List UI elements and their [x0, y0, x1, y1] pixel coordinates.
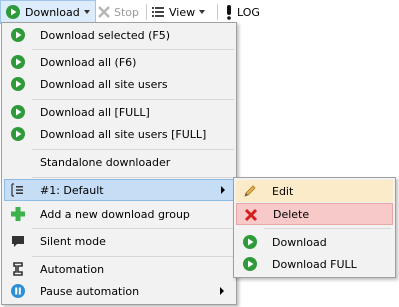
play-icon — [243, 235, 257, 249]
menu-separator — [32, 177, 234, 178]
menu-item-automation[interactable]: Automation — [4, 258, 234, 280]
play-icon — [11, 127, 25, 141]
menu-item-label: Download selected (F5) — [40, 28, 171, 42]
menu-item-download-all[interactable]: Download all (F6) — [4, 51, 234, 73]
submenu-item-label: Download FULL — [272, 257, 357, 271]
menu-item-silent-mode[interactable]: Silent mode — [4, 230, 234, 252]
play-icon — [11, 77, 25, 91]
menu-separator — [32, 49, 234, 50]
submenu-item-label: Delete — [273, 207, 310, 221]
submenu-separator — [264, 228, 391, 229]
group-submenu: Edit Delete Download Download FULL — [233, 177, 396, 278]
menu-separator — [32, 256, 234, 257]
menu-item-label: Download all [FULL] — [40, 105, 150, 119]
pause-icon — [11, 284, 25, 298]
log-button[interactable]: LOG — [224, 0, 260, 24]
download-menu: Download selected (F5) Download all (F6)… — [1, 22, 237, 305]
toolbar-separator — [217, 4, 218, 20]
stop-button-label: Stop — [114, 5, 140, 19]
list-icon — [152, 7, 164, 17]
menu-separator — [32, 99, 234, 100]
menu-item-label: Download all site users — [40, 77, 168, 91]
download-dropdown-button[interactable]: Download — [0, 0, 96, 24]
menu-item-download-selected[interactable]: Download selected (F5) — [4, 24, 234, 46]
toolbar-separator — [146, 4, 147, 20]
menu-separator — [32, 228, 234, 229]
download-button-label: Download — [25, 5, 80, 19]
play-icon — [11, 55, 25, 69]
submenu-item-label: Download — [272, 235, 327, 249]
play-icon — [11, 28, 25, 42]
play-icon — [243, 257, 257, 271]
menu-item-standalone-downloader[interactable]: Standalone downloader — [4, 151, 234, 173]
menu-item-label: Silent mode — [40, 234, 106, 248]
menu-item-download-all-full[interactable]: Download all [FULL] — [4, 101, 234, 123]
menu-item-label: Automation — [40, 262, 105, 276]
submenu-item-download[interactable]: Download — [236, 231, 393, 253]
submenu-item-label: Edit — [272, 184, 294, 198]
plus-icon — [11, 207, 25, 221]
menu-item-download-all-site-users[interactable]: Download all site users — [4, 73, 234, 95]
submenu-arrow-icon — [221, 186, 225, 194]
submenu-arrow-icon — [220, 287, 224, 295]
menu-item-label: Download all site users [FULL] — [40, 127, 207, 141]
exclamation-icon — [227, 5, 231, 20]
log-button-label: LOG — [237, 5, 260, 19]
chevron-down-icon — [83, 10, 90, 14]
play-icon — [11, 105, 25, 119]
menu-item-label: Add a new download group — [40, 207, 190, 221]
automation-icon — [13, 262, 23, 276]
menu-item-label: Pause automation — [40, 284, 140, 298]
submenu-item-edit[interactable]: Edit — [236, 180, 393, 202]
comment-icon — [12, 236, 24, 247]
menu-item-add-download-group[interactable]: Add a new download group — [4, 203, 234, 225]
chevron-down-icon — [199, 10, 206, 14]
group-list-icon — [11, 183, 23, 197]
close-icon — [98, 6, 110, 18]
menu-item-label: #1: Default — [40, 183, 104, 197]
menu-item-label: Standalone downloader — [40, 155, 171, 169]
menu-item-label: Download all (F6) — [40, 55, 137, 69]
menu-item-download-all-site-users-full[interactable]: Download all site users [FULL] — [4, 123, 234, 145]
submenu-item-delete[interactable]: Delete — [236, 203, 393, 225]
view-dropdown-button[interactable]: View — [151, 0, 206, 24]
menu-item-pause-automation[interactable]: Pause automation — [4, 280, 234, 302]
stop-button[interactable]: Stop — [97, 0, 139, 24]
delete-icon — [244, 208, 258, 222]
menu-separator — [32, 149, 234, 150]
submenu-item-download-full[interactable]: Download FULL — [236, 253, 393, 275]
view-button-label: View — [169, 5, 196, 19]
toolbar: Download Stop View LOG — [0, 0, 399, 24]
play-icon — [6, 5, 20, 19]
menu-item-group-default[interactable]: #1: Default — [4, 179, 234, 201]
pencil-icon — [244, 185, 256, 197]
